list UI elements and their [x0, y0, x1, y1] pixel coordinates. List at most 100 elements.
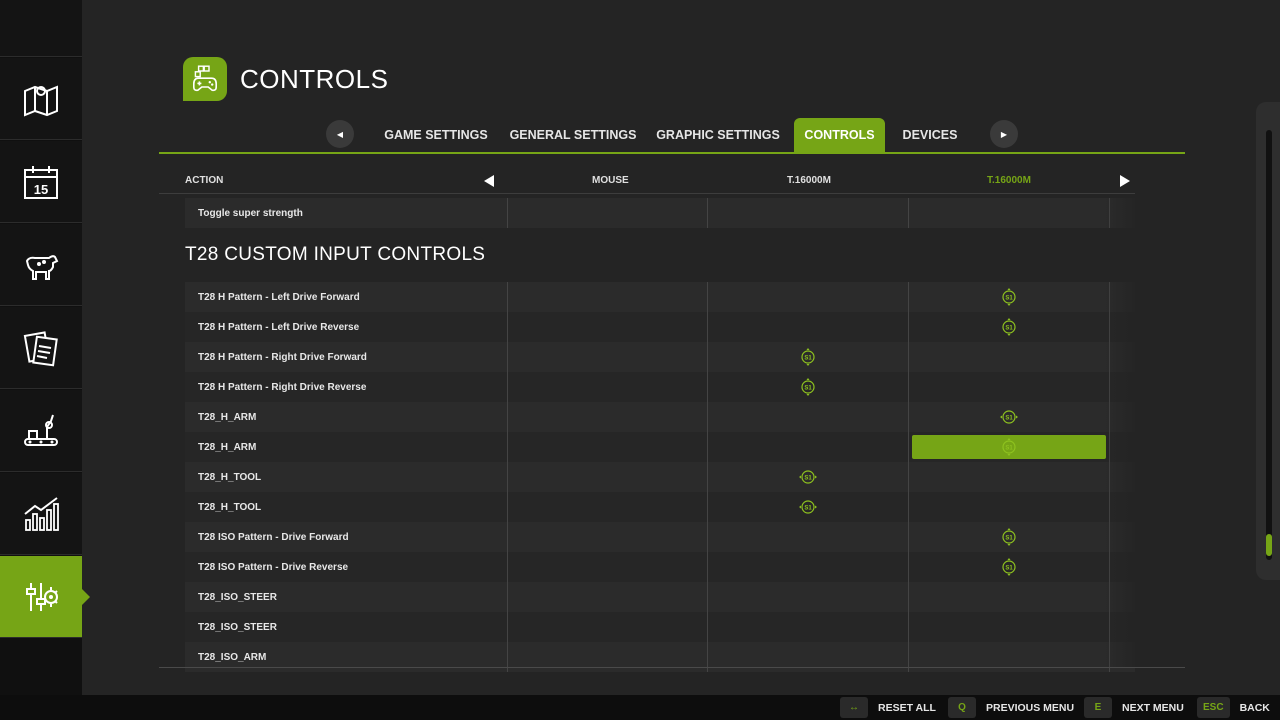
binding-cell-device-1[interactable] [708, 552, 910, 582]
sidebar-item-calendar[interactable]: 15 [0, 141, 82, 223]
binding-cell-device-1[interactable] [708, 612, 910, 642]
table-row: T28 H Pattern - Left Drive Forward S1 [185, 282, 1135, 312]
joystick-axis-icon: S1 [799, 500, 818, 514]
binding-cell-mouse[interactable] [508, 312, 709, 342]
binding-cell-device-2[interactable] [909, 342, 1111, 372]
scrollbar-thumb[interactable] [1266, 534, 1272, 556]
table-row: T28_H_TOOL S1 [185, 462, 1135, 492]
binding-cell-device-2[interactable]: S1 [909, 282, 1111, 312]
action-label: T28 H Pattern - Right Drive Forward [185, 342, 508, 372]
reset-all-button[interactable]: ↔ RESET ALL [840, 697, 936, 718]
svg-text:S1: S1 [1005, 295, 1013, 301]
sidebar-item-map[interactable] [0, 58, 82, 140]
binding-cell-mouse[interactable] [508, 198, 709, 228]
scrollbar-track[interactable] [1266, 130, 1272, 560]
joystick-axis-icon: S1 [801, 378, 815, 396]
binding-cell-device-2[interactable] [909, 198, 1111, 228]
tab-general-settings[interactable]: GENERAL SETTINGS [508, 118, 638, 152]
table-row: T28 H Pattern - Right Drive Reverse S1 [185, 372, 1135, 402]
column-header-mouse: MOUSE [592, 175, 629, 186]
table-row: T28_H_ARM S1 [185, 402, 1135, 432]
binding-cell-device-1[interactable] [708, 312, 910, 342]
reset-key-icon: ↔ [840, 697, 868, 718]
binding-cell-device-2[interactable]: S1 [909, 432, 1111, 462]
next-menu-label: NEXT MENU [1122, 701, 1184, 714]
chevron-left-icon: ◀ [336, 129, 344, 139]
selected-binding[interactable]: S1 [912, 435, 1107, 459]
binding-cell-mouse[interactable] [508, 282, 709, 312]
reset-all-label: RESET ALL [878, 701, 936, 714]
binding-cell-mouse[interactable] [508, 492, 709, 522]
controls-screen: 15 CONTROLS ◀ GAME SETTINGS GENERAL SETT… [0, 0, 1280, 720]
binding-cell-mouse[interactable] [508, 522, 709, 552]
next-menu-button[interactable]: E NEXT MENU [1084, 697, 1184, 718]
column-prev-arrow-icon[interactable] [484, 175, 494, 187]
joystick-axis-icon: S1 [1002, 288, 1016, 306]
binding-cell-mouse[interactable] [508, 612, 709, 642]
action-label: T28_H_ARM [185, 432, 508, 462]
column-header-action: ACTION [185, 175, 224, 186]
binding-cell-device-1[interactable] [708, 432, 910, 462]
binding-cell-device-2[interactable] [909, 612, 1111, 642]
svg-text:S1: S1 [1005, 415, 1013, 421]
binding-cell-device-2[interactable]: S1 [909, 552, 1111, 582]
map-icon [24, 85, 58, 116]
tab-game-settings[interactable]: GAME SETTINGS [381, 118, 491, 152]
back-button[interactable]: ESC BACK [1197, 697, 1270, 718]
binding-cell-device-2[interactable]: S1 [909, 522, 1111, 552]
binding-cell-device-2[interactable] [909, 582, 1111, 612]
binding-cell-device-1[interactable]: S1 [708, 492, 910, 522]
binding-cell-device-1[interactable] [708, 522, 910, 552]
action-label: T28_H_TOOL [185, 492, 508, 522]
sidebar-item-settings[interactable] [0, 556, 90, 638]
binding-cell-device-2[interactable] [909, 372, 1111, 402]
tab-next-button[interactable]: ▶ [990, 120, 1018, 148]
previous-menu-button[interactable]: Q PREVIOUS MENU [948, 697, 1074, 718]
header-divider [159, 193, 1135, 194]
calendar-day: 15 [34, 182, 48, 197]
tab-controls[interactable]: CONTROLS [794, 118, 885, 152]
binding-cell-device-1[interactable]: S1 [708, 372, 910, 402]
action-label: Toggle super strength [185, 198, 508, 228]
tab-graphic-settings[interactable]: GRAPHIC SETTINGS [654, 118, 782, 152]
action-label: T28 ISO Pattern - Drive Forward [185, 522, 508, 552]
statistics-icon [24, 496, 59, 531]
tab-devices[interactable]: DEVICES [898, 118, 962, 152]
binding-cell-device-2[interactable]: S1 [909, 402, 1111, 432]
key-esc: ESC [1197, 697, 1230, 718]
sidebar-item-production[interactable] [0, 390, 82, 472]
binding-cell-device-1[interactable] [708, 282, 910, 312]
section-title: T28 CUSTOM INPUT CONTROLS [185, 244, 486, 265]
binding-cell-mouse[interactable] [508, 582, 709, 612]
binding-cell-device-1[interactable]: S1 [708, 342, 910, 372]
table-row: T28_ISO_STEER [185, 612, 1135, 642]
binding-cell-mouse[interactable] [508, 402, 709, 432]
binding-cell-device-2[interactable]: S1 [909, 312, 1111, 342]
binding-cell-device-2[interactable] [909, 462, 1111, 492]
binding-cell-mouse[interactable] [508, 372, 709, 402]
action-label: T28 ISO Pattern - Drive Reverse [185, 552, 508, 582]
calendar-icon: 15 [24, 165, 58, 199]
binding-cell-device-1[interactable] [708, 402, 910, 432]
binding-cell-mouse[interactable] [508, 462, 709, 492]
sidebar-item-contracts[interactable] [0, 307, 82, 389]
binding-cell-device-1[interactable]: S1 [708, 462, 910, 492]
column-next-arrow-icon[interactable] [1120, 175, 1130, 187]
table-row: T28_ISO_STEER [185, 582, 1135, 612]
svg-text:S1: S1 [1005, 535, 1013, 541]
svg-text:S1: S1 [1005, 325, 1013, 331]
sidebar-item-animals[interactable] [0, 224, 82, 306]
binding-cell-mouse[interactable] [508, 552, 709, 582]
binding-cell-device-1[interactable] [708, 198, 910, 228]
table-row: Toggle super strength [185, 198, 1135, 228]
binding-cell-mouse[interactable] [508, 342, 709, 372]
key-q: Q [948, 697, 976, 718]
sidebar-item-statistics[interactable] [0, 473, 82, 555]
binding-cell-mouse[interactable] [508, 432, 709, 462]
joystick-axis-icon: S1 [1000, 410, 1019, 424]
tab-prev-button[interactable]: ◀ [326, 120, 354, 148]
settings-icon [26, 582, 58, 611]
binding-cell-device-1[interactable] [708, 582, 910, 612]
table-bottom-divider [159, 667, 1185, 668]
binding-cell-device-2[interactable] [909, 492, 1111, 522]
